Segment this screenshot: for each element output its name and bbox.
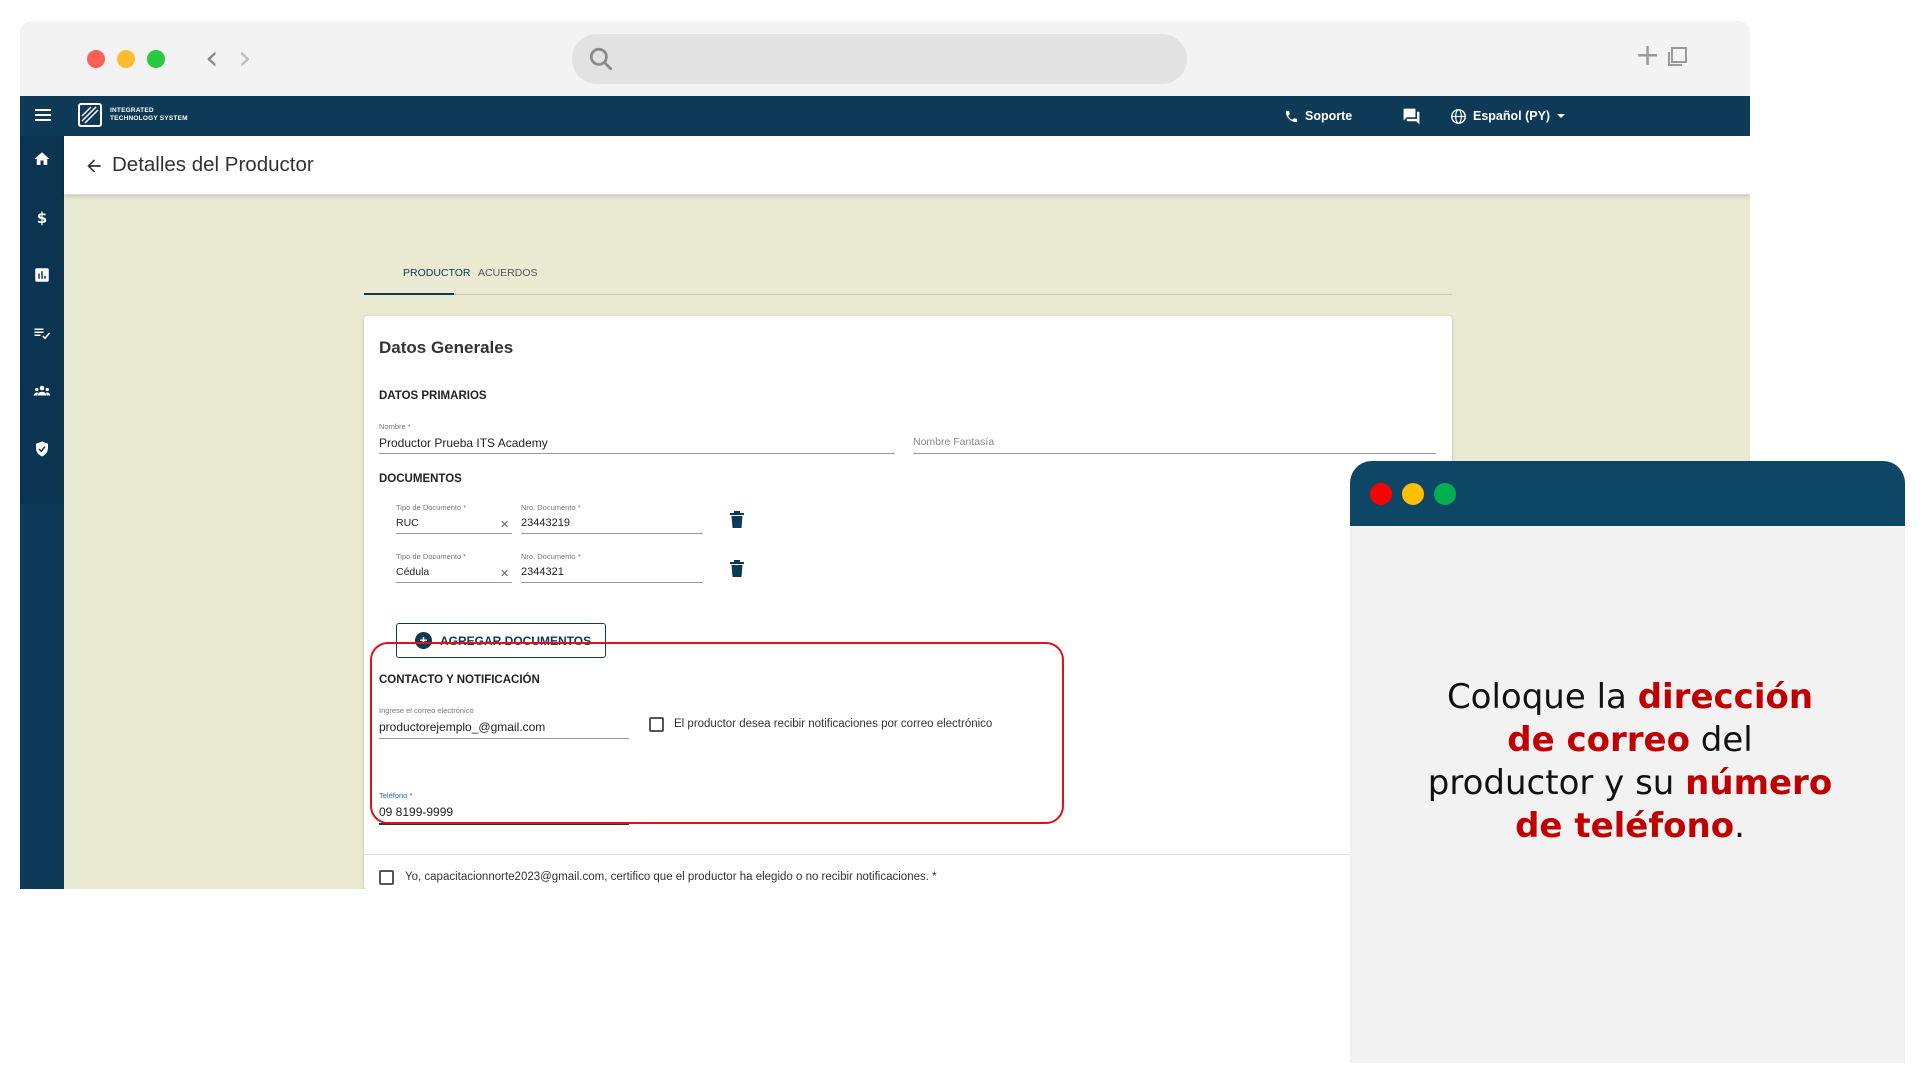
brand-line-1: INTEGRATED [110,107,154,114]
tab-acuerdos[interactable]: ACUERDOS [478,267,538,279]
doc-type-underline-1 [396,533,512,534]
name-field[interactable]: Productor Prueba ITS Academy [379,436,548,450]
doc-type-label-2: Tipo de Documento * [396,552,467,561]
clear-doc-type-1-icon[interactable]: ✕ [500,518,509,531]
svg-text:$: $ [37,209,47,226]
instruction-callout: Coloque la dirección de correo del produ… [1350,461,1905,1063]
doc-type-select-1[interactable]: RUC [396,517,419,529]
trash-icon[interactable] [729,560,745,578]
group-icon[interactable] [33,382,51,400]
support-label: Soporte [1305,109,1353,123]
fantasy-name-field[interactable]: Nombre Fantasía [913,436,994,448]
page-header: Detalles del Productor [64,136,1750,195]
callout-text-1: Coloque la [1446,677,1638,717]
app-topbar: INTEGRATED TECHNOLOGY SYSTEM Soporte Esp… [20,96,1750,136]
hamburger-menu-icon[interactable] [34,106,52,124]
card-title: Datos Generales [379,338,514,357]
name-field-underline [379,453,895,454]
card-footer-divider [364,854,1452,855]
doc-number-field-2[interactable]: 2344321 [521,566,564,578]
brand-name: INTEGRATED TECHNOLOGY SYSTEM [110,107,188,123]
maximize-window-dot[interactable] [147,50,165,68]
contact-highlight-box [370,642,1064,824]
doc-number-field-1[interactable]: 23443219 [521,517,570,529]
dollar-icon[interactable]: $ [33,208,51,226]
chat-icon[interactable] [1402,107,1421,126]
doc-type-select-2[interactable]: Cédula [396,566,429,578]
home-icon[interactable] [33,150,51,168]
tab-productor[interactable]: PRODUCTOR [403,267,470,279]
clear-doc-type-2-icon[interactable]: ✕ [500,567,509,580]
brand-logo-icon[interactable] [78,103,102,127]
sidebar: $ [20,136,64,889]
shield-check-icon[interactable] [33,440,51,458]
bar-chart-icon[interactable] [33,266,51,284]
callout-green-dot [1434,483,1456,505]
certify-label: Yo, capacitacionnorte2023@gmail.com, cer… [405,871,937,883]
doc-number-label-2: Nro. Documento * [521,552,581,561]
doc-type-underline-2 [396,582,512,583]
address-bar[interactable] [572,34,1187,84]
section-primary-data: DATOS PRIMARIOS [379,390,487,402]
support-link[interactable]: Soporte [1284,96,1352,136]
trash-icon[interactable] [729,511,745,529]
search-icon [589,47,613,71]
callout-red-dot [1370,483,1392,505]
tabs-overview-icon[interactable] [1665,45,1689,69]
doc-type-label-1: Tipo de Documento * [396,503,467,512]
phone-icon [1285,110,1298,122]
brand-line-2: TECHNOLOGY SYSTEM [110,115,188,122]
fantasy-name-underline [913,453,1436,454]
tabs-divider [364,294,1452,295]
forward-nav-icon[interactable]: › [238,41,252,75]
language-selector[interactable]: Español (PY) [1450,96,1573,136]
callout-titlebar [1350,461,1905,526]
globe-icon [1451,108,1466,124]
back-arrow-icon[interactable] [84,156,104,176]
active-tab-indicator [364,293,454,295]
doc-number-label-1: Nro. Documento * [521,503,581,512]
page-title: Detalles del Productor [112,153,314,176]
logo-stripes-icon [81,106,99,124]
callout-instruction: Coloque la dirección de correo del produ… [1420,676,1840,848]
certify-checkbox[interactable] [379,870,394,885]
checklist-icon[interactable] [33,324,51,342]
close-window-dot[interactable] [87,50,105,68]
screenshot-stage: { "browser": { "url": "" }, "app": { "br… [0,0,1920,1081]
callout-yellow-dot [1402,483,1424,505]
minimize-window-dot[interactable] [117,50,135,68]
callout-text-3: . [1734,806,1745,846]
browser-toolbar: ‹ › + [20,21,1750,96]
chevron-down-icon [1557,114,1566,118]
name-field-label: Nombre * [379,422,411,431]
doc-number-underline-2 [521,582,703,583]
back-nav-icon[interactable]: ‹ [205,41,219,75]
section-documents: DOCUMENTOS [379,473,462,485]
new-tab-icon[interactable]: + [1635,41,1660,71]
language-label: Español (PY) [1473,109,1551,123]
doc-number-underline-1 [521,533,703,534]
